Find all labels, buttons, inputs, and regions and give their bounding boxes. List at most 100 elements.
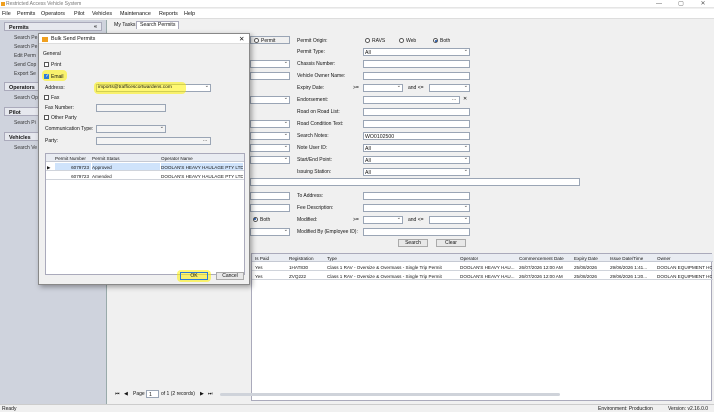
- modified-by-input[interactable]: [363, 228, 470, 236]
- menu-operators[interactable]: Operators: [41, 11, 65, 17]
- dialog-titlebar: Bulk Send Permits ✕: [39, 34, 249, 44]
- sidebar-item-send-copy[interactable]: Send Cop: [14, 62, 36, 68]
- sidebar-item-search-permits[interactable]: Search Pe: [14, 35, 37, 41]
- party-browse-button[interactable]: ...: [203, 137, 207, 143]
- fee-desc-select[interactable]: [363, 203, 470, 212]
- left-dropdown-7[interactable]: [250, 155, 290, 164]
- col-commencement[interactable]: Commencement Date: [519, 256, 564, 261]
- ok-button[interactable]: OK: [180, 272, 208, 280]
- left-dropdown-10[interactable]: [250, 227, 290, 236]
- col-is-paid[interactable]: Is Paid: [255, 256, 269, 261]
- sidebar-item-search-permits-2[interactable]: Search Pe: [14, 44, 37, 50]
- menu-maintenance[interactable]: Maintenance: [120, 11, 151, 17]
- close-icon[interactable]: ✕: [692, 0, 714, 8]
- left-field-8[interactable]: [250, 192, 290, 200]
- menu-pilot[interactable]: Pilot: [74, 11, 85, 17]
- menu-help[interactable]: Help: [184, 11, 195, 17]
- left-dropdown-6[interactable]: [250, 143, 290, 152]
- horizontal-scrollbar[interactable]: [220, 393, 560, 396]
- first-page-icon[interactable]: ⏮: [115, 391, 120, 397]
- start-end-label: Start/End Point:: [297, 157, 333, 163]
- col-issue[interactable]: Issue Date/Time: [610, 256, 643, 261]
- permit-origin-label: Permit Origin:: [297, 38, 328, 44]
- menu-file[interactable]: File: [2, 11, 11, 17]
- left-dropdown-5[interactable]: [250, 131, 290, 140]
- left-field-2[interactable]: [250, 72, 290, 80]
- search-notes-input[interactable]: WO0102500: [363, 132, 470, 140]
- party-label: Party:: [45, 138, 59, 144]
- minimize-icon[interactable]: —: [648, 0, 670, 8]
- col-registration[interactable]: Registration: [289, 256, 314, 261]
- expiry-to-date[interactable]: [429, 83, 470, 92]
- to-address-input[interactable]: [363, 192, 470, 200]
- origin-both-label: Both: [440, 38, 451, 44]
- col-permit-status[interactable]: Permit Status: [92, 156, 120, 161]
- cell-owner: DOOLAN EQUIPMENT HO: [657, 264, 712, 270]
- road-cond-input[interactable]: [363, 120, 470, 128]
- origin-ravs-radio[interactable]: [365, 38, 370, 43]
- col-type[interactable]: Type: [327, 256, 337, 261]
- sidebar-section-permits[interactable]: Permits «: [4, 22, 102, 31]
- endorsement-browse-button[interactable]: ...: [452, 96, 456, 102]
- vehicle-owner-input[interactable]: [363, 72, 470, 80]
- table-row[interactable]: Yes ZVQ222 Class 1 RAV - Oversize & Over…: [252, 272, 713, 280]
- table-row[interactable]: ▶ 6079723 Approved DOOLAN'S HEAVY HAULAG…: [46, 163, 244, 171]
- note-user-select[interactable]: All: [363, 143, 470, 152]
- table-row[interactable]: Yes 1HAT830 Class 1 RAV - Oversize & Ove…: [252, 263, 713, 271]
- email-checkbox[interactable]: [44, 73, 50, 79]
- page-input[interactable]: 1: [146, 390, 159, 398]
- collapse-icon[interactable]: «: [94, 24, 97, 30]
- start-end-select[interactable]: All: [363, 155, 470, 164]
- cancel-button[interactable]: Cancel: [216, 272, 244, 280]
- note-user-label: Note User ID:: [297, 145, 328, 151]
- fax-checkbox[interactable]: [44, 95, 49, 100]
- sidebar-item-search-pilot[interactable]: Search Pi: [14, 120, 36, 126]
- chassis-input[interactable]: [363, 60, 470, 68]
- comm-type-select[interactable]: [96, 124, 166, 133]
- sidebar-item-search-vehicles[interactable]: Search Ve: [14, 145, 37, 151]
- menu-reports[interactable]: Reports: [159, 11, 178, 17]
- prev-page-icon[interactable]: ◀: [124, 391, 128, 397]
- party-input[interactable]: [96, 137, 211, 145]
- last-page-icon[interactable]: ⏭: [208, 391, 213, 397]
- left-dropdown-1[interactable]: [250, 59, 290, 68]
- sidebar-item-export[interactable]: Export Se: [14, 71, 36, 77]
- modified-to-date[interactable]: [429, 215, 470, 224]
- permit-type-select[interactable]: All: [363, 47, 470, 56]
- endorsement-clear-icon[interactable]: ✕: [463, 96, 467, 102]
- road-list-label: Road on Road List:: [297, 109, 340, 115]
- origin-web-radio[interactable]: [399, 38, 404, 43]
- issuing-select[interactable]: All: [363, 167, 470, 176]
- menu-permits[interactable]: Permits: [17, 11, 35, 17]
- col-operator[interactable]: Operator: [460, 256, 478, 261]
- both-radio[interactable]: [253, 217, 258, 222]
- road-list-input[interactable]: [363, 108, 470, 116]
- table-row[interactable]: 6079723 Amended DOOLAN'S HEAVY HAULAGE P…: [46, 172, 244, 180]
- modified-from-date[interactable]: [363, 215, 403, 224]
- cell-operator-name: DOOLAN'S HEAVY HAULAGE PTY LTD: [161, 163, 243, 170]
- maximize-icon[interactable]: ▢: [670, 0, 692, 8]
- next-page-icon[interactable]: ▶: [200, 391, 204, 397]
- endorsement-input[interactable]: [363, 96, 460, 104]
- sidebar-item-edit-permit[interactable]: Edit Perm: [14, 53, 36, 59]
- dialog-close-icon[interactable]: ✕: [239, 35, 244, 43]
- clear-button[interactable]: Clear: [436, 239, 466, 247]
- tab-my-tasks[interactable]: My Tasks: [111, 22, 139, 28]
- col-owner[interactable]: Owner: [657, 256, 671, 261]
- expiry-from-date[interactable]: [363, 83, 403, 92]
- origin-both-radio[interactable]: [433, 38, 438, 43]
- fax-number-input[interactable]: [96, 104, 166, 112]
- left-field-9[interactable]: [250, 204, 290, 212]
- tab-search-permits[interactable]: Search Permits: [136, 21, 180, 29]
- left-dropdown-3[interactable]: [250, 95, 290, 104]
- col-permit-number[interactable]: Permit Number: [55, 156, 86, 161]
- other-party-checkbox[interactable]: [44, 115, 49, 120]
- wide-text-field[interactable]: [250, 178, 580, 186]
- search-button[interactable]: Search: [398, 239, 428, 247]
- left-dropdown-4[interactable]: [250, 119, 290, 128]
- print-checkbox[interactable]: [44, 62, 49, 67]
- menu-vehicles[interactable]: Vehicles: [92, 11, 112, 17]
- sidebar-item-search-operators[interactable]: Search Op: [14, 95, 38, 101]
- col-expiry[interactable]: Expiry Date: [574, 256, 598, 261]
- col-operator-name[interactable]: Operator Name: [161, 156, 193, 161]
